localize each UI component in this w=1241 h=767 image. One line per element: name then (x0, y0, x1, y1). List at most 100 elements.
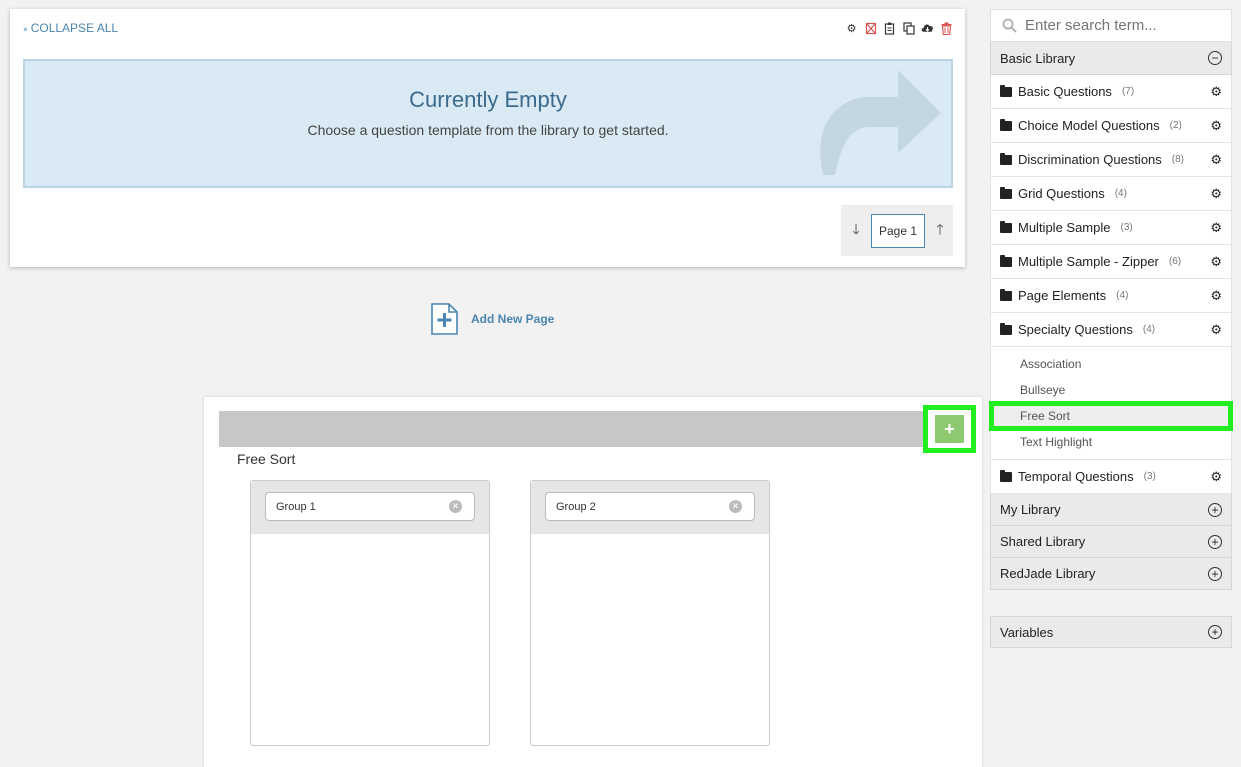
folder-icon (1000, 469, 1012, 482)
my-library-header[interactable]: My Library + (990, 494, 1232, 526)
folder-icon (1000, 152, 1012, 165)
folder-name: Multiple Sample (1018, 220, 1111, 235)
search-input[interactable] (1025, 17, 1215, 34)
template-free-sort[interactable]: Free Sort (989, 401, 1233, 431)
gear-icon[interactable]: ⚙ (1210, 288, 1222, 304)
variables-header[interactable]: Variables + (990, 616, 1232, 648)
page-toolbar: ⚙ (845, 21, 953, 35)
folder-choice-model-questions[interactable]: Choice Model Questions (2) ⚙ (990, 109, 1232, 143)
folder-icon (1000, 288, 1012, 301)
free-sort-preview: + Free Sort Group 1 ✕ Group 2 ✕ (204, 397, 982, 767)
collapse-circle-icon[interactable]: − (1208, 51, 1222, 65)
folder-count: (8) (1171, 154, 1185, 165)
search-icon (1002, 18, 1017, 33)
gear-icon[interactable]: ⚙ (1210, 322, 1222, 338)
group-name-input[interactable]: Group 2 ✕ (545, 492, 755, 521)
folder-name: Multiple Sample - Zipper (1018, 254, 1159, 269)
folder-count: (4) (1114, 188, 1127, 199)
folder-list: Basic Questions (7) ⚙ Choice Model Question… (990, 75, 1232, 347)
folder-count: (4) (1142, 324, 1156, 335)
folder-name: Temporal Questions (1018, 469, 1134, 484)
folder-discrimination-questions[interactable]: Discrimination Questions (8) ⚙ (990, 143, 1232, 177)
cloud-download-icon[interactable] (921, 21, 934, 35)
folder-count: (7) (1121, 86, 1135, 97)
clipboard-icon[interactable] (883, 21, 896, 35)
basic-library-title: Basic Library (1000, 50, 1076, 66)
collapse-icon: ⌅ (22, 23, 29, 33)
delete-formatting-icon[interactable] (864, 21, 877, 35)
folder-icon (1000, 322, 1012, 335)
expand-circle-icon[interactable]: + (1208, 625, 1222, 639)
gear-icon[interactable]: ⚙ (1210, 254, 1222, 270)
add-question-highlight: + (923, 405, 976, 453)
clear-icon[interactable]: ✕ (729, 500, 742, 513)
preview-title: Free Sort (237, 451, 296, 467)
library-title: Shared Library (1000, 534, 1086, 549)
add-page-icon (431, 303, 458, 335)
preview-header-bar (219, 411, 965, 447)
folder-count: (2) (1169, 120, 1182, 131)
folder-count: (6) (1168, 256, 1182, 267)
folder-multiple-sample[interactable]: Multiple Sample (3) ⚙ (990, 211, 1232, 245)
sort-group-1: Group 1 ✕ (250, 480, 490, 746)
gear-icon[interactable]: ⚙ (1210, 186, 1222, 202)
folder-page-elements[interactable]: Page Elements (4) ⚙ (990, 279, 1232, 313)
gear-icon[interactable]: ⚙ (845, 21, 858, 35)
shared-library-header[interactable]: Shared Library + (990, 526, 1232, 558)
empty-title: Currently Empty (409, 87, 567, 112)
folder-temporal-questions[interactable]: Temporal Questions (3) ⚙ (990, 460, 1232, 494)
gear-icon[interactable]: ⚙ (1210, 469, 1222, 485)
add-new-page-label: Add New Page (471, 312, 555, 326)
page-number-label[interactable]: Page 1 (871, 213, 925, 248)
folder-count: (3) (1120, 222, 1133, 233)
collapse-all-button[interactable]: ⌅ COLLAPSE ALL (22, 21, 118, 35)
page-pager: 🡓 Page 1 🡑 (841, 205, 953, 256)
library-title: RedJade Library (1000, 566, 1096, 581)
folder-icon (1000, 220, 1012, 233)
folder-name: Page Elements (1018, 288, 1107, 303)
folder-name: Grid Questions (1018, 186, 1105, 201)
empty-drop-zone[interactable]: Currently Empty Choose a question templa… (23, 59, 953, 188)
group-name: Group 1 (276, 500, 316, 513)
add-question-button[interactable]: + (935, 415, 964, 443)
gear-icon[interactable]: ⚙ (1210, 152, 1222, 168)
folder-multiple-sample-zipper[interactable]: Multiple Sample - Zipper (6) ⚙ (990, 245, 1232, 279)
template-association[interactable]: Association (991, 351, 1231, 377)
folder-grid-questions[interactable]: Grid Questions (4) ⚙ (990, 177, 1232, 211)
variables-title: Variables (1000, 624, 1054, 640)
folder-name: Specialty Questions (1018, 322, 1133, 337)
folder-basic-questions[interactable]: Basic Questions (7) ⚙ (990, 75, 1232, 109)
empty-subtitle: Choose a question template from the libr… (307, 122, 669, 138)
sort-group-2: Group 2 ✕ (530, 480, 770, 746)
gear-icon[interactable]: ⚙ (1210, 118, 1222, 134)
redjade-library-header[interactable]: RedJade Library + (990, 558, 1232, 590)
gear-icon[interactable]: ⚙ (1210, 84, 1222, 100)
folder-specialty-questions[interactable]: Specialty Questions (4) ⚙ (990, 313, 1232, 347)
folder-icon (1000, 254, 1012, 267)
copy-icon[interactable] (902, 21, 915, 35)
library-search (990, 9, 1232, 42)
folder-icon (1000, 84, 1012, 97)
question-library-sidebar: Basic Library − Basic Questions(7)⚙Choic… (989, 9, 1233, 648)
basic-library-header[interactable]: Basic Library − (990, 42, 1232, 75)
page-card: ⌅ COLLAPSE ALL ⚙ Currently Empty Choose … (10, 9, 965, 267)
clear-icon[interactable]: ✕ (449, 500, 462, 513)
template-text-highlight[interactable]: Text Highlight (991, 429, 1231, 455)
template-bullseye[interactable]: Bullseye (991, 377, 1231, 403)
group-name: Group 2 (556, 500, 596, 513)
expand-circle-icon[interactable]: + (1208, 534, 1222, 549)
group-name-input[interactable]: Group 1 ✕ (265, 492, 475, 521)
move-page-down-icon[interactable]: 🡓 (849, 219, 863, 243)
expand-circle-icon[interactable]: + (1208, 502, 1222, 517)
expand-circle-icon[interactable]: + (1208, 566, 1222, 581)
add-new-page-button[interactable]: Add New Page (430, 303, 554, 335)
folder-icon (1000, 186, 1012, 199)
specialty-questions-items: Association Bullseye Free Sort Text High… (989, 347, 1233, 460)
folder-count: (3) (1143, 471, 1156, 482)
move-page-up-icon[interactable]: 🡑 (933, 219, 947, 243)
trash-icon[interactable] (940, 21, 953, 35)
library-title: My Library (1000, 502, 1061, 517)
folder-icon (1000, 118, 1012, 131)
gear-icon[interactable]: ⚙ (1210, 220, 1222, 236)
folder-name: Basic Questions (1018, 84, 1112, 99)
